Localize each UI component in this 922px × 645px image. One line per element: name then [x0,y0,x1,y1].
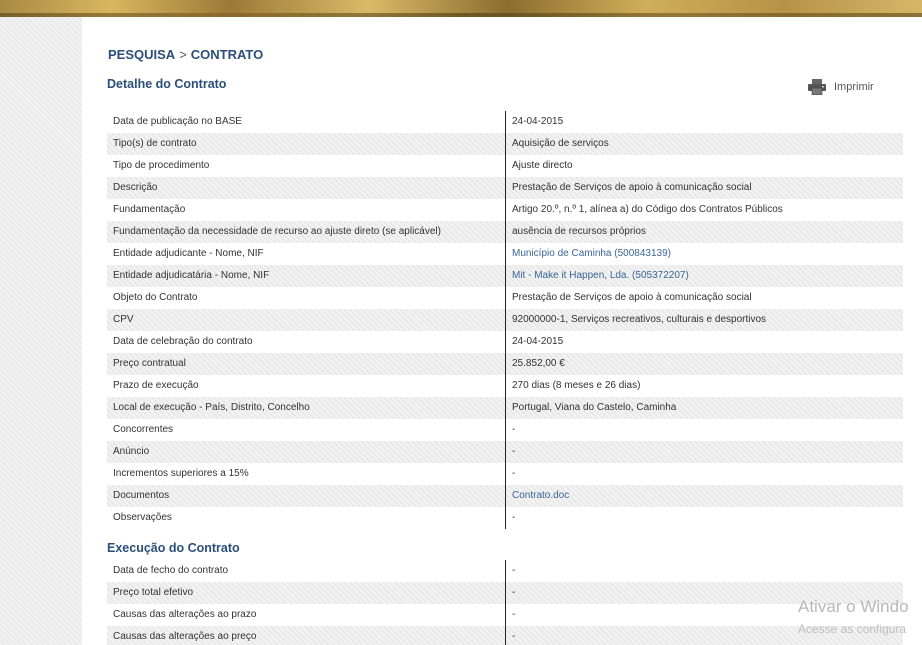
row-label: Prazo de execução [113,380,199,391]
row-label: Data de publicação no BASE [113,116,242,127]
left-background-band [0,17,82,645]
row-value: 270 dias (8 meses e 26 dias) [505,375,903,397]
row-value: Prestação de Serviços de apoio à comunic… [505,177,903,199]
detail-table: Data de publicação no BASE 24-04-2015 Tipo… [107,110,903,529]
row-label: Tipo(s) de contrato [113,138,197,149]
row-value: Prestação de Serviços de apoio à comunic… [505,287,903,309]
row-label: Preço contratual [113,358,186,369]
row-value: Portugal, Viana do Castelo, Caminha [505,397,903,419]
windows-activation-watermark: Ativar o Windo [798,597,909,616]
breadcrumb-current: CONTRATO [190,47,264,62]
row-label: Preço total efetivo [113,587,194,598]
row-value: ausência de recursos próprios [505,221,903,243]
row-label: Local de execução - País, Distrito, Conc… [113,402,310,413]
table-row: Data de publicação no BASE 24-04-2015 [107,111,903,133]
table-row: Prazo de execução 270 dias (8 meses e 26 … [107,375,903,397]
row-label: Entidade adjudicante - Nome, NIF [113,248,264,259]
detail-section-title: Detalhe do Contrato [107,77,227,91]
row-value: - [505,419,903,441]
table-row: Documentos Contrato.doc [107,485,903,507]
row-value: - [505,463,903,485]
row-value: 92000000-1, Serviços recreativos, cultur… [505,309,903,331]
row-label: Causas das alterações ao preço [113,631,257,642]
table-row: Fundamentação da necessidade de recurso … [107,221,903,243]
row-value-link[interactable]: Mit - Make it Happen, Lda. (505372207) [505,265,903,287]
breadcrumb: PESQUISA > CONTRATO [108,47,263,62]
table-row: Local de execução - País, Distrito, Conc… [107,397,903,419]
row-value-link[interactable]: Município de Caminha (500843139) [505,243,903,265]
row-value: 24-04-2015 [505,111,903,133]
row-label: Entidade adjudicatária - Nome, NIF [113,270,270,281]
print-label: Imprimir [834,81,874,93]
row-value: Ajuste directo [505,155,903,177]
table-row: Preço contratual 25.852,00 € [107,353,903,375]
row-label: Descrição [113,182,158,193]
table-row: Data de celebração do contrato 24-04-2015 [107,331,903,353]
table-row: Entidade adjudicante - Nome, NIF Municípi… [107,243,903,265]
row-label: Incrementos superiores a 15% [113,468,249,479]
row-label: Tipo de procedimento [113,160,210,171]
table-row: Descrição Prestação de Serviços de apoio … [107,177,903,199]
table-row: Anúncio - [107,441,903,463]
table-row: Observações - [107,507,903,529]
table-row: CPV 92000000-1, Serviços recreativos, cul… [107,309,903,331]
execution-table: Data de fecho do contrato - Preço total ef… [107,560,903,645]
table-row: Fundamentação Artigo 20.º, n.º 1, alínea … [107,199,903,221]
row-label: Concorrentes [113,424,174,435]
table-row: Objeto do Contrato Prestação de Serviços … [107,287,903,309]
table-row: Preço total efetivo - [107,582,903,604]
row-label: Observações [113,512,172,523]
table-row: Tipo de procedimento Ajuste directo [107,155,903,177]
table-row: Tipo(s) de contrato Aquisição de serviços [107,133,903,155]
breadcrumb-separator: > [179,47,187,62]
breadcrumb-link-pesquisa[interactable]: PESQUISA [108,47,175,62]
table-row: Causas das alterações ao prazo - [107,604,903,626]
row-value: - [505,441,903,463]
row-label: Causas das alterações ao prazo [113,609,257,620]
row-label: Anúncio [113,446,150,457]
table-row: Causas das alterações ao preço - [107,626,903,645]
execution-section-title: Execução do Contrato [107,541,240,555]
row-value: - [505,560,903,582]
table-row: Concorrentes - [107,419,903,441]
printer-icon [808,79,826,95]
row-label: Fundamentação da necessidade de recurso … [113,226,441,237]
table-row: Data de fecho do contrato - [107,560,903,582]
row-value: - [505,507,903,529]
header-banner-image [0,0,922,17]
main-content: PESQUISA > CONTRATO Detalhe do Contrato Im… [82,17,922,645]
print-button[interactable]: Imprimir [808,79,874,95]
row-value: Artigo 20.º, n.º 1, alínea a) do Código … [505,199,903,221]
table-row: Entidade adjudicatária - Nome, NIF Mit - … [107,265,903,287]
row-label: CPV [113,314,134,325]
row-value: Aquisição de serviços [505,133,903,155]
row-value-link[interactable]: Contrato.doc [505,485,903,507]
row-label: Fundamentação [113,204,186,215]
row-label: Data de celebração do contrato [113,336,253,347]
row-value: 24-04-2015 [505,331,903,353]
windows-activation-subtext: Acesse as configura [798,622,907,636]
table-row: Incrementos superiores a 15% - [107,463,903,485]
row-label: Objeto do Contrato [113,292,198,303]
row-value: 25.852,00 € [505,353,903,375]
row-label: Documentos [113,490,170,501]
row-label: Data de fecho do contrato [113,565,229,576]
